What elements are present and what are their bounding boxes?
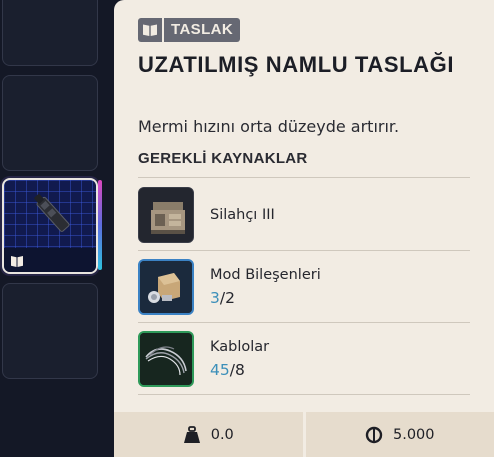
resource-name: Kablolar xyxy=(210,339,270,355)
gunsmith-bench-icon xyxy=(138,187,194,243)
resource-name: Silahçı III xyxy=(210,207,275,223)
item-title: UZATILMIŞ NAMLU TASLAĞI xyxy=(138,52,455,77)
item-type-label: TASLAK xyxy=(164,18,241,42)
book-icon xyxy=(11,256,23,267)
resource-need: 2 xyxy=(225,289,235,307)
divider xyxy=(138,177,470,178)
item-type-badge: TASLAK xyxy=(138,18,241,42)
resource-need: 8 xyxy=(234,361,245,379)
resource-name: Mod Bileşenleri xyxy=(210,267,321,283)
resource-have: 45 xyxy=(210,361,230,379)
item-tooltip: TASLAK UZATILMIŞ NAMLU TASLAĞI Mermi hız… xyxy=(114,0,494,457)
requirements-heading: GEREKLİ KAYNAKLAR xyxy=(138,150,308,167)
item-description: Mermi hızını orta düzeyde artırır. xyxy=(138,117,400,136)
inventory-slot[interactable] xyxy=(2,283,98,379)
price-stat: 5.000 xyxy=(302,412,494,457)
mod-components-icon xyxy=(138,259,194,315)
resource-row[interactable]: Mod Bileşenleri 3/2 xyxy=(138,258,470,316)
wires-icon xyxy=(138,331,194,387)
resource-row[interactable]: Kablolar 45/8 xyxy=(138,330,470,388)
divider xyxy=(138,322,470,323)
weight-value: 0.0 xyxy=(210,426,234,443)
inventory-slot-selected[interactable] xyxy=(2,178,98,274)
selection-glow xyxy=(98,180,102,270)
weight-stat: 0.0 xyxy=(114,412,303,457)
price-value: 5.000 xyxy=(392,426,435,443)
inventory-slot[interactable] xyxy=(2,0,98,66)
slot-footer xyxy=(4,248,96,272)
book-icon xyxy=(138,18,162,42)
tooltip-footer: 0.0 5.000 xyxy=(114,412,494,457)
weapon-barrel-blueprint-icon xyxy=(34,193,70,232)
coin-icon xyxy=(365,426,383,443)
weight-icon xyxy=(183,425,200,443)
resource-quantity: 45/8 xyxy=(210,361,245,379)
divider xyxy=(138,250,470,251)
resource-quantity: 3/2 xyxy=(210,289,235,307)
resource-have: 3 xyxy=(210,289,220,307)
divider xyxy=(138,394,470,395)
inventory-slot[interactable] xyxy=(2,75,98,171)
resource-row[interactable]: Silahçı III xyxy=(138,186,470,244)
